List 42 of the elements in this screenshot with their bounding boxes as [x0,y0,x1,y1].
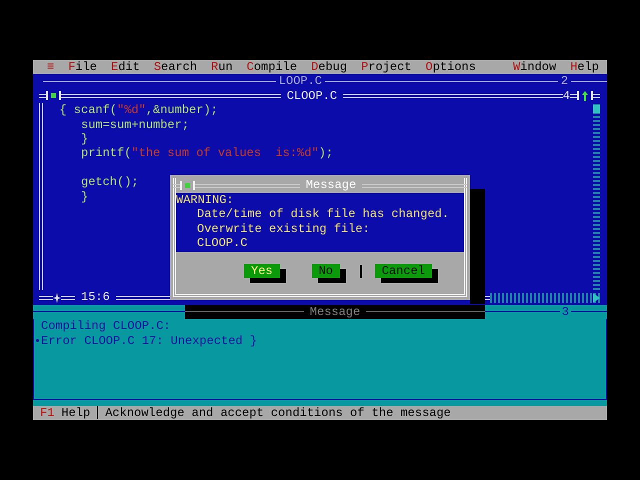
message-line[interactable]: Error CLOOP.C 17: Unexpected } [41,334,258,348]
message-text: Date/time of disk file has changed. [197,207,450,222]
code-line: } [80,190,88,204]
code-line: printf("the sum of values is:%d"); [80,146,334,161]
right-arrow-icon[interactable] [593,292,600,303]
close-button[interactable] [46,91,61,100]
code-line: { scanf("%d",&number); [58,103,218,118]
dialog-button[interactable]: Cancel [374,264,432,278]
window-number: 2 [560,74,570,89]
zoom-button[interactable] [577,91,593,100]
code-line: getch(); [80,175,139,190]
menu-item[interactable]: Help [570,60,599,74]
dialog-button[interactable]: Yes [244,264,280,278]
horizontal-scrollbar[interactable] [490,292,600,303]
message-line[interactable]: Compiling CLOOP.C: [41,319,171,334]
cursor-block [360,264,362,278]
menu-item[interactable]: File [68,60,98,74]
window-number: 4 [562,88,570,104]
status-hint: Acknowledge and accept conditions of the message [105,406,451,420]
window-number: 3 [560,304,570,320]
vertical-scrollbar[interactable] [593,103,600,290]
modified-marker-icon [53,292,61,303]
menu-item[interactable]: Debug [311,60,348,74]
menu-item[interactable]: Project [361,60,412,74]
menu-item[interactable]: Window [512,60,556,74]
code-line: sum=sum+number; [80,118,190,132]
message-text: CLOOP.C [197,236,248,250]
up-arrow-icon [582,90,588,101]
shortcut-label: Help [60,406,90,420]
window-title[interactable]: CLOOP.C [280,88,344,104]
menu-item[interactable]: Edit [111,60,140,74]
shortcut-key: F1 [40,406,54,420]
window-title[interactable]: LOOP.C [276,74,326,89]
cursor-position: 15:6 [80,290,111,305]
menu-item[interactable]: Options [426,60,476,74]
message-text: Overwrite existing file: [197,222,370,236]
menu-item[interactable]: Search [154,60,198,74]
menu-item[interactable]: Compile [246,60,298,74]
warning-heading: WARNING: [176,192,235,208]
code-line: } [80,132,88,146]
dialog-button[interactable]: No [312,264,340,278]
menu-item[interactable]: Run [211,60,233,74]
